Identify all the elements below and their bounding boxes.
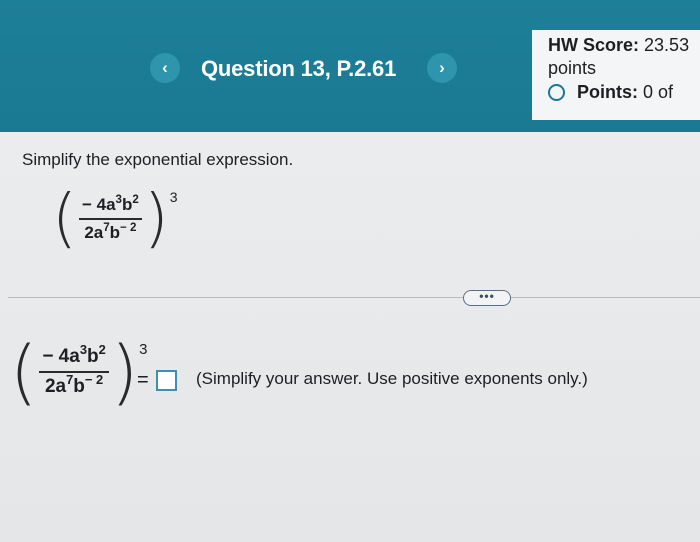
num-b: b: [87, 346, 99, 367]
problem-expression: ( − 4a3b2 2a7b− 2 ) 3: [52, 187, 178, 251]
fraction: − 4a3b2 2a7b− 2: [78, 193, 142, 243]
answer-hint: (Simplify your answer. Use positive expo…: [196, 369, 588, 388]
hw-score-value: 23.53: [644, 35, 690, 55]
more-options-button[interactable]: •••: [463, 290, 511, 306]
answer-input[interactable]: [156, 370, 177, 391]
section-divider: [8, 297, 700, 298]
left-paren: (: [10, 331, 38, 413]
numerator: − 4a3b2: [39, 343, 109, 371]
num-a-exponent: 3: [79, 342, 88, 357]
num-coef: − 4a: [81, 195, 116, 214]
outer-exponent: 3: [169, 189, 178, 205]
hw-score: HW Score: 23.53: [548, 35, 689, 56]
chevron-left-icon: ‹: [162, 58, 168, 77]
left-paren: (: [52, 182, 77, 256]
num-b: b: [121, 195, 133, 214]
den-coef: 2a: [44, 376, 67, 397]
den-coef: 2a: [84, 223, 104, 242]
den-b-exponent: − 2: [84, 372, 104, 387]
points-value: 0 of: [643, 82, 674, 102]
denominator: 2a7b− 2: [42, 373, 106, 398]
hw-score-label: HW Score:: [548, 35, 640, 55]
den-b-exponent: − 2: [120, 221, 137, 234]
chevron-right-icon: ›: [439, 58, 445, 77]
num-b-exponent: 2: [98, 342, 106, 357]
previous-question-button[interactable]: ‹: [150, 53, 180, 83]
num-b-exponent: 2: [132, 193, 139, 206]
fraction: − 4a3b2 2a7b− 2: [39, 343, 109, 398]
question-header: ‹ Question 13, P.2.61 › HW Score: 23.53 …: [0, 0, 700, 132]
equals-sign: =: [137, 369, 149, 391]
answer-expression: ( − 4a3b2 2a7b− 2 ) 3: [10, 337, 147, 407]
right-paren: ): [110, 331, 139, 413]
outer-exponent: 3: [139, 341, 148, 358]
hw-score-unit: points: [548, 58, 597, 78]
denominator: 2a7b− 2: [81, 220, 139, 243]
question-title: Question 13, P.2.61: [201, 56, 397, 81]
radio-ring-icon: [548, 84, 565, 101]
next-question-button[interactable]: ›: [427, 53, 457, 83]
score-panel: HW Score: 23.53 points Points: 0 of: [532, 30, 700, 120]
num-coef: − 4a: [42, 346, 80, 367]
problem-instruction: Simplify the exponential expression.: [22, 150, 294, 169]
den-b: b: [109, 223, 121, 242]
points-status: Points: 0 of: [548, 82, 673, 103]
points-label: Points:: [577, 82, 638, 102]
numerator: − 4a3b2: [79, 193, 142, 218]
den-b: b: [73, 376, 85, 397]
right-paren: ): [143, 182, 169, 256]
